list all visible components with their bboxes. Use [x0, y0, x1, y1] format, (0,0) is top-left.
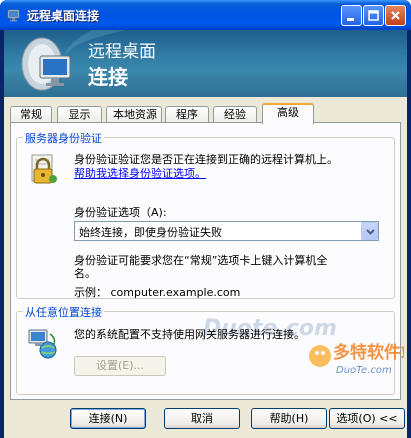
- watermark-corner-en: DuoTe.com: [336, 365, 392, 376]
- auth-option-label: 身份验证选项（A):: [74, 206, 167, 219]
- server-auth-title: 服务器身份验证: [23, 130, 104, 146]
- auth-note-line2: 名。: [74, 267, 96, 280]
- remote-desktop-window: 远程桌面连接 远程桌面 连接 常规 显示 本地资源 程序 经验 高级 服务器身份…: [0, 0, 411, 438]
- title-bar[interactable]: 远程桌面连接: [0, 0, 411, 30]
- banner-title-line2: 连接: [88, 65, 128, 89]
- maximize-icon: [368, 10, 379, 21]
- header-banner: 远程桌面 连接: [4, 30, 407, 97]
- auth-note-line1: 身份验证可能要求您在“常规”选项卡上键入计算机全: [74, 254, 328, 267]
- computer-monitor-icon: [21, 37, 71, 91]
- connect-anywhere-description: 您的系统配置不支持使用网关服务器进行连接。: [74, 328, 305, 341]
- options-button[interactable]: 选项(O) <<: [329, 408, 405, 429]
- padlock-certificate-icon: [31, 154, 57, 184]
- watermark-corner-cn: 多特软件站: [333, 342, 404, 363]
- close-icon: [391, 11, 400, 20]
- window-title: 远程桌面连接: [27, 9, 100, 23]
- cancel-button[interactable]: 取消: [164, 408, 240, 429]
- remote-desktop-icon: [7, 9, 20, 22]
- auth-example: 示例： computer.example.com: [74, 286, 241, 299]
- auth-option-selected: 始终连接，即使身份验证失败: [79, 226, 222, 239]
- server-authentication-group: 服务器身份验证 身份验证验证您是否正在连接到正确的远程计算机上。 帮助我选择身份…: [16, 130, 395, 341]
- maximize-button[interactable]: [363, 5, 384, 26]
- connect-button[interactable]: 连接(N): [70, 408, 146, 429]
- gateway-settings-button[interactable]: 设置(E)...: [74, 356, 166, 376]
- connect-anywhere-title: 从任意位置连接: [23, 304, 104, 320]
- help-button[interactable]: 帮助(H): [251, 408, 327, 429]
- dropdown-button[interactable]: [361, 222, 378, 240]
- banner-title-line1: 远程桌面: [88, 42, 156, 62]
- close-button[interactable]: [385, 5, 406, 26]
- network-globe-icon: [28, 329, 57, 359]
- auth-option-dropdown[interactable]: 始终连接，即使身份验证失败: [74, 221, 379, 241]
- minimize-button[interactable]: [341, 5, 362, 26]
- duote-watermark-logo: 多特软件站 DuoTe.com: [309, 342, 404, 376]
- minimize-icon: [347, 18, 354, 21]
- tab-advanced[interactable]: 高级: [262, 103, 314, 124]
- auth-help-link[interactable]: 帮助我选择身份验证选项。: [74, 165, 206, 181]
- chevron-down-icon: [366, 229, 375, 235]
